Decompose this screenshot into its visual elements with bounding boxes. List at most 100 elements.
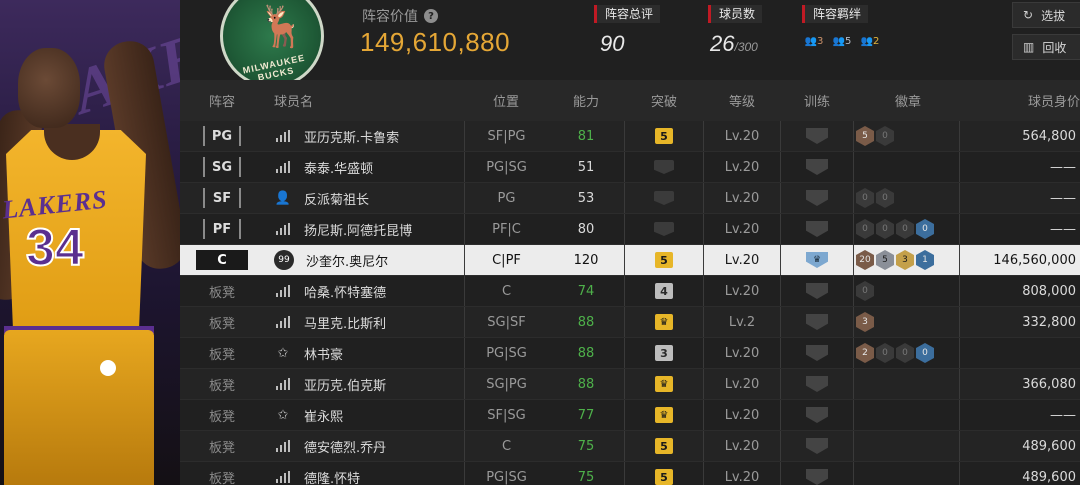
slot-tag: PF bbox=[203, 219, 241, 239]
team-logo: 🦌 MILWAUKEE BUCKS bbox=[220, 0, 324, 88]
col-header-training[interactable]: 训练 bbox=[780, 91, 854, 110]
training-active-icon[interactable]: ♛ bbox=[806, 252, 828, 268]
player-position: C bbox=[501, 283, 512, 299]
training-icon[interactable] bbox=[806, 128, 828, 144]
level-cell: Lv.20 bbox=[704, 462, 780, 485]
badge-hex-icon: 5 bbox=[856, 126, 874, 146]
slot-cell: PF bbox=[180, 214, 264, 244]
synergy-badge-icon[interactable]: 👥 2 bbox=[858, 31, 882, 51]
col-header-value[interactable]: 球员身价 bbox=[960, 91, 1080, 110]
table-row[interactable]: 板凳 ✩ 林书豪 PG|SG 88 3 Lv.20 2000 bbox=[180, 338, 1080, 369]
player-position: C bbox=[501, 438, 512, 454]
training-cell bbox=[780, 369, 854, 399]
player-name[interactable]: 德隆.怀特 bbox=[304, 468, 360, 485]
signal-bars-icon bbox=[274, 220, 292, 238]
select-button[interactable]: ↻ 选拔 bbox=[1012, 2, 1080, 28]
player-name[interactable]: 崔永熙 bbox=[304, 406, 343, 425]
player-value: 564,800 bbox=[1022, 128, 1076, 144]
player-name[interactable]: 泰泰.华盛顿 bbox=[304, 158, 373, 177]
player-name[interactable]: 林书豪 bbox=[304, 344, 343, 363]
col-header-name[interactable]: 球员名 bbox=[264, 91, 464, 110]
col-header-slot[interactable]: 阵容 bbox=[180, 91, 264, 110]
value-cell: 564,800 bbox=[960, 121, 1080, 151]
col-header-position[interactable]: 位置 bbox=[464, 91, 548, 110]
player-level: Lv.20 bbox=[724, 345, 760, 361]
player-name[interactable]: 哈桑.怀特塞德 bbox=[304, 282, 386, 301]
player-name[interactable]: 亚历克斯.卡鲁索 bbox=[304, 127, 399, 146]
table-row[interactable]: SG 泰泰.华盛顿 PG|SG 51 Lv.20 —— bbox=[180, 152, 1080, 183]
table-row[interactable]: 板凳 哈桑.怀特塞德 C 74 4 Lv.20 0 808,000 bbox=[180, 276, 1080, 307]
recycle-button[interactable]: ▥ 回收 bbox=[1012, 34, 1080, 60]
training-icon[interactable] bbox=[806, 159, 828, 175]
training-icon[interactable] bbox=[806, 376, 828, 392]
bench-label: 板凳 bbox=[208, 347, 235, 363]
col-header-breakthrough[interactable]: 突破 bbox=[624, 91, 704, 110]
slot-cell: C bbox=[180, 245, 264, 275]
player-name[interactable]: 扬尼斯.阿德托昆博 bbox=[304, 220, 412, 239]
table-row[interactable]: 板凳 马里克.比斯利 SG|SF 88 ♛ Lv.2 3 332,800 bbox=[180, 307, 1080, 338]
training-icon[interactable] bbox=[806, 407, 828, 423]
slot-cell: 板凳 bbox=[180, 462, 264, 485]
level-cell: Lv.20 bbox=[704, 245, 780, 275]
table-row[interactable]: PG 亚历克斯.卡鲁索 SF|PG 81 5 Lv.20 50 564,800 bbox=[180, 121, 1080, 152]
stat-synergy: 阵容羁绊 👥 3 👥 5 👥 2 bbox=[802, 3, 882, 51]
value-cell bbox=[960, 338, 1080, 368]
level-cell: Lv.20 bbox=[704, 369, 780, 399]
slot-cell: 板凳 bbox=[180, 431, 264, 461]
name-cell: 德隆.怀特 bbox=[264, 462, 464, 485]
col-header-badges[interactable]: 徽章 bbox=[854, 91, 960, 110]
breakthrough-cell: 4 bbox=[624, 276, 704, 306]
level-cell: Lv.20 bbox=[704, 431, 780, 461]
training-icon[interactable] bbox=[806, 283, 828, 299]
name-cell: 扬尼斯.阿德托昆博 bbox=[264, 214, 464, 244]
col-header-level[interactable]: 等级 bbox=[704, 91, 780, 110]
ability-cell: 74 bbox=[548, 276, 624, 306]
col-header-ability[interactable]: 能力 bbox=[548, 91, 624, 110]
player-position: SF|PG bbox=[487, 128, 526, 144]
training-icon[interactable] bbox=[806, 314, 828, 330]
position-cell: PG|SG bbox=[464, 462, 548, 485]
stat-overall-label: 阵容总评 bbox=[594, 5, 661, 23]
slot-cell: SF bbox=[180, 183, 264, 213]
player-name[interactable]: 亚历克.伯克斯 bbox=[304, 375, 386, 394]
synergy-badge-icon[interactable]: 👥 5 bbox=[830, 31, 854, 51]
signal-bars-icon bbox=[274, 375, 292, 393]
table-row[interactable]: 板凳 德隆.怀特 PG|SG 75 5 Lv.20 489,600 bbox=[180, 462, 1080, 485]
breakthrough-cell: 3 bbox=[624, 338, 704, 368]
player-name[interactable]: 马里克.比斯利 bbox=[304, 313, 386, 332]
player-value: 332,800 bbox=[1022, 314, 1076, 330]
ability-cell: 80 bbox=[548, 214, 624, 244]
badges-cell: 20 5 3 1 bbox=[854, 245, 960, 275]
slot-tag: SG bbox=[203, 157, 241, 177]
player-position: PG|SG bbox=[486, 159, 527, 175]
player-ability: 88 bbox=[577, 345, 595, 361]
bench-label: 板凳 bbox=[208, 285, 235, 301]
table-row[interactable]: 板凳 亚历克.伯克斯 SG|PG 88 ♛ Lv.20 366,080 bbox=[180, 369, 1080, 400]
training-icon[interactable] bbox=[806, 221, 828, 237]
name-cell: 亚历克.伯克斯 bbox=[264, 369, 464, 399]
player-name[interactable]: 德安德烈.乔丹 bbox=[304, 437, 386, 456]
level-cell: Lv.20 bbox=[704, 338, 780, 368]
training-icon[interactable] bbox=[806, 469, 828, 485]
slot-cell: 板凳 bbox=[180, 400, 264, 430]
training-icon[interactable] bbox=[806, 190, 828, 206]
table-row[interactable]: C 99 沙奎尔.奥尼尔 C|PF 120 5 Lv.20 ♛ 20 5 3 1 146… bbox=[180, 245, 1080, 276]
badges-cell: 0000 bbox=[854, 214, 960, 244]
table-row[interactable]: 板凳 德安德烈.乔丹 C 75 5 Lv.20 489,600 bbox=[180, 431, 1080, 462]
training-cell bbox=[780, 338, 854, 368]
help-icon[interactable]: ? bbox=[424, 9, 438, 23]
training-icon[interactable] bbox=[806, 345, 828, 361]
player-name[interactable]: 沙奎尔.奥尼尔 bbox=[306, 251, 388, 270]
position-cell: C|PF bbox=[464, 245, 548, 275]
synergy-badge-icon[interactable]: 👥 3 bbox=[802, 31, 826, 51]
ability-cell: 53 bbox=[548, 183, 624, 213]
table-row[interactable]: 板凳 ✩ 崔永熙 SF|SG 77 ♛ Lv.20 —— bbox=[180, 400, 1080, 431]
name-cell: 99 沙奎尔.奥尼尔 bbox=[264, 245, 464, 275]
stat-overall-value: 90 bbox=[600, 31, 625, 56]
value-cell: 146,560,000 bbox=[960, 245, 1080, 275]
table-row[interactable]: SF 👤 反派菊祖长 PG 53 Lv.20 00 —— bbox=[180, 183, 1080, 214]
training-icon[interactable] bbox=[806, 438, 828, 454]
bench-label: 板凳 bbox=[208, 471, 235, 485]
player-name[interactable]: 反派菊祖长 bbox=[304, 189, 369, 208]
table-row[interactable]: PF 扬尼斯.阿德托昆博 PF|C 80 Lv.20 0000 —— bbox=[180, 214, 1080, 245]
